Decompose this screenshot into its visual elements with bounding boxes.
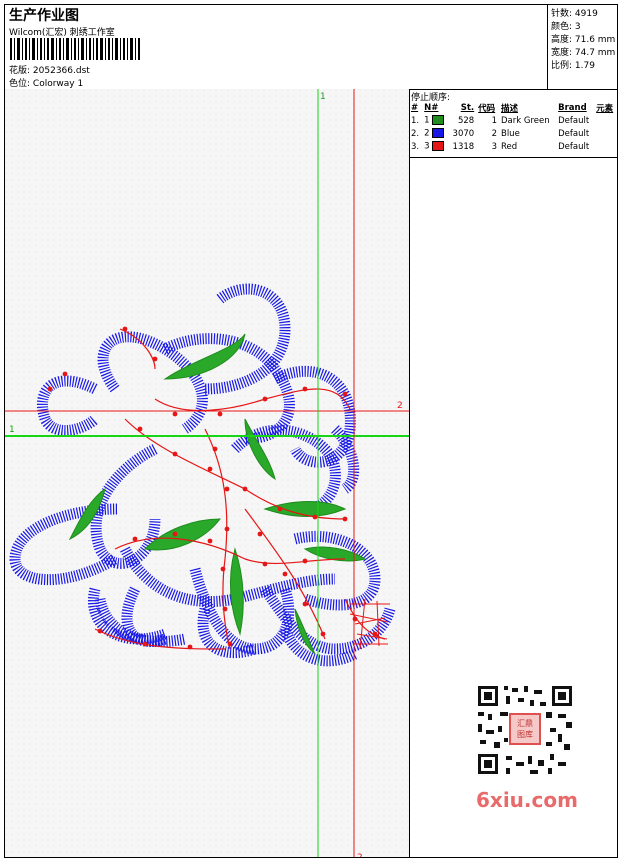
- pattern-line: 花版: 2052366.dst: [9, 63, 90, 76]
- colorway-label: 色位:: [9, 79, 31, 89]
- marker-v1: 1: [320, 92, 326, 102]
- row-index: 2.: [411, 128, 420, 139]
- col-needle: N#: [424, 103, 439, 113]
- barcode: [10, 38, 140, 60]
- row-code: 1: [491, 115, 497, 126]
- scale-ratio: 比例: 1.79: [551, 61, 595, 71]
- color-swatch: [432, 141, 445, 152]
- color-swatch: [432, 128, 445, 139]
- design-width: 宽度: 74.7 mm: [551, 48, 616, 58]
- marker-h1: 1: [9, 425, 15, 435]
- stats-panel: 针数: 4919 颜色: 3 高度: 71.6 mm 宽度: 74.7 mm 比…: [547, 5, 618, 89]
- page-title: 生产作业图: [9, 8, 79, 24]
- row-desc: Dark Green: [500, 115, 550, 126]
- row-stitches: 3070: [452, 128, 475, 139]
- svg-text:图库: 图库: [517, 729, 533, 739]
- stop-sequence-panel: 停止顺序: # N# St. 代码 描述 Brand 元素 1. 1 528 1…: [409, 89, 617, 158]
- col-element: 元素: [596, 104, 614, 114]
- color-count: 颜色: 3: [551, 22, 581, 32]
- col-desc: 描述: [500, 104, 518, 114]
- stitch-count: 针数: 4919: [551, 9, 598, 19]
- row-needle: 2: [422, 127, 448, 140]
- col-index: #: [411, 103, 419, 113]
- col-brand: Brand: [558, 103, 587, 113]
- row-index: 3.: [411, 141, 420, 152]
- watermark-logo: 6xiu.com: [476, 788, 578, 812]
- stop-sequence-table: # N# St. 代码 描述 Brand 元素 1. 1 528 1 Dark …: [409, 102, 617, 153]
- svg-text:汇鼎: 汇鼎: [517, 719, 533, 728]
- colorway-value: Colorway 1: [32, 79, 84, 89]
- row-code: 3: [491, 141, 497, 152]
- marker-v2: 2: [357, 853, 363, 857]
- row-stitches: 1318: [452, 141, 475, 152]
- pattern-label: 花版:: [9, 66, 31, 76]
- design-canvas: 1 2 1 2: [5, 89, 410, 857]
- row-needle: 1: [422, 114, 448, 127]
- row-brand: Default: [558, 115, 590, 126]
- embroidery-preview: [5, 89, 409, 857]
- table-row: 2. 2 3070 2 Blue Default: [409, 127, 617, 140]
- colorway-line: 色位: Colorway 1: [9, 76, 83, 89]
- row-brand: Default: [558, 128, 590, 139]
- row-needle: 3: [422, 140, 448, 153]
- studio-name: Wilcom(汇宏) 刺绣工作室: [9, 28, 115, 38]
- row-index: 1.: [411, 115, 420, 126]
- pattern-value: 2052366.dst: [32, 66, 90, 76]
- color-swatch: [432, 115, 445, 126]
- table-header-row: # N# St. 代码 描述 Brand 元素: [409, 102, 617, 114]
- row-stitches: 528: [457, 115, 475, 126]
- col-stitches: St.: [460, 103, 475, 113]
- row-desc: Blue: [500, 128, 520, 139]
- qr-code: 汇鼎 图库: [470, 680, 578, 780]
- table-row: 3. 3 1318 3 Red Default: [409, 140, 617, 153]
- marker-h2: 2: [397, 401, 403, 411]
- header-section: 生产作业图 Wilcom(汇宏) 刺绣工作室 花版: 2052366.dst 色…: [5, 5, 617, 90]
- row-desc: Red: [500, 141, 518, 152]
- table-row: 1. 1 528 1 Dark Green Default: [409, 114, 617, 127]
- design-height: 高度: 71.6 mm: [551, 35, 616, 45]
- row-code: 2: [491, 128, 497, 139]
- row-brand: Default: [558, 141, 590, 152]
- col-code: 代码: [478, 104, 496, 114]
